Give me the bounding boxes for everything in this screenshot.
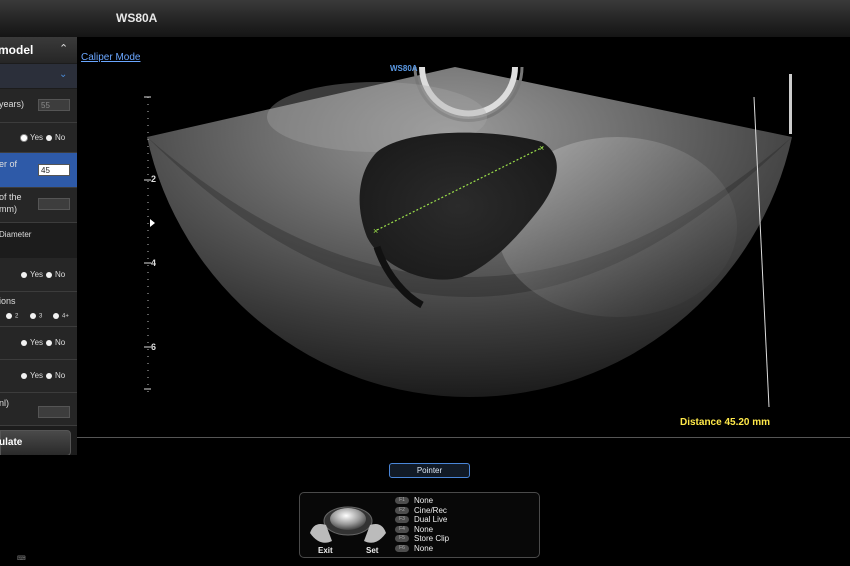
caliper-start-marker: × [373,226,378,236]
diameter-row: of the mm) [0,188,77,223]
age-label: years) [0,99,25,109]
diameter-note-row: Diameter [0,223,77,257]
no-radio[interactable]: No [46,270,65,279]
focus-marker [150,219,155,227]
no-radio[interactable]: No [46,133,65,142]
locations-row: ions 2 3 4+ [0,292,77,327]
option-3-radio[interactable]: 3 [30,313,42,320]
calculate-label: ulate [0,437,23,448]
option-2-radio[interactable]: 2 [6,313,18,320]
probe-label: WS80A [390,64,418,73]
selected-field-row[interactable]: er of 45 [0,153,77,188]
yes-radio[interactable]: Yes [21,133,43,142]
trackball-illustration [310,506,386,543]
selected-field-label: er of [0,159,18,169]
trackball [330,508,366,530]
depth-mark: 2 [151,174,157,184]
radio-row-4: Yes No [0,360,77,393]
calculate-button[interactable]: ulate [0,430,71,455]
softkey-4[interactable]: F4 None [395,525,449,535]
pointer-button[interactable]: Pointer [389,463,470,478]
diameter-label-2: mm) [0,204,17,214]
no-radio[interactable]: No [46,371,65,380]
depth-mark: 4 [151,258,157,268]
chevron-up-icon[interactable]: ⌃ [59,42,68,55]
keyboard-icon[interactable]: ⌨ [17,555,26,562]
depth-mark: 6 [151,342,157,352]
chevron-down-icon[interactable]: ⌄ [59,69,67,80]
locations-label: ions [0,296,16,306]
no-radio[interactable]: No [46,338,65,347]
app-title: WS80A [116,11,158,25]
softkey-list: F1 None F2 Cine/Rec F3 Dual Live F4 None F5 S… [395,496,449,553]
yes-radio[interactable]: Yes [21,338,43,347]
caliper-end-marker: × [539,143,544,153]
ultrasound-image[interactable]: × × [77,37,850,437]
softkey-2[interactable]: F2 Cine/Rec [395,506,449,516]
selected-field-input[interactable]: 45 [38,164,70,176]
volume-label: nl) [0,398,10,408]
top-bar: WS80A [0,0,850,38]
age-row: years) 55 [0,89,77,123]
age-input[interactable]: 55 [38,99,70,111]
yes-radio[interactable]: Yes [21,270,43,279]
model-panel: model ⌃ ⌄ years) 55 Yes No er of 45 of t… [0,37,77,455]
grayscale-bar [789,74,792,134]
exit-label[interactable]: Exit [318,546,333,555]
diameter-input[interactable] [38,198,70,210]
set-label[interactable]: Set [366,546,378,555]
panel-title: model [0,43,34,57]
yes-radio[interactable]: Yes [21,371,43,380]
caliper-mode-link[interactable]: Caliper Mode [81,52,140,63]
softkey-3[interactable]: F3 Dual Live [395,515,449,525]
softkey-1[interactable]: F1 None [395,496,449,506]
ultrasound-view[interactable]: × × Caliper Mode WS80A 2 4 6 Distance 45… [77,37,850,438]
volume-row: nl) [0,393,77,426]
radio-row-2: Yes No [0,258,77,292]
panel-header[interactable]: model ⌃ [0,37,77,63]
diameter-label-1: of the [0,192,22,202]
volume-input[interactable] [38,406,70,418]
distance-readout: Distance 45.20 mm [680,417,771,428]
panel-subheader[interactable]: ⌄ [0,64,77,88]
control-panel: Exit Set F1 None F2 Cine/Rec F3 Dual Live F… [299,492,540,558]
radio-row-3: Yes No [0,327,77,360]
softkey-5[interactable]: F5 Store Clip [395,534,449,544]
softkey-6[interactable]: F6 None [395,544,449,554]
diameter-note: Diameter [0,230,32,239]
radio-row-1: Yes No [0,123,77,153]
option-4plus-radio[interactable]: 4+ [53,313,69,320]
